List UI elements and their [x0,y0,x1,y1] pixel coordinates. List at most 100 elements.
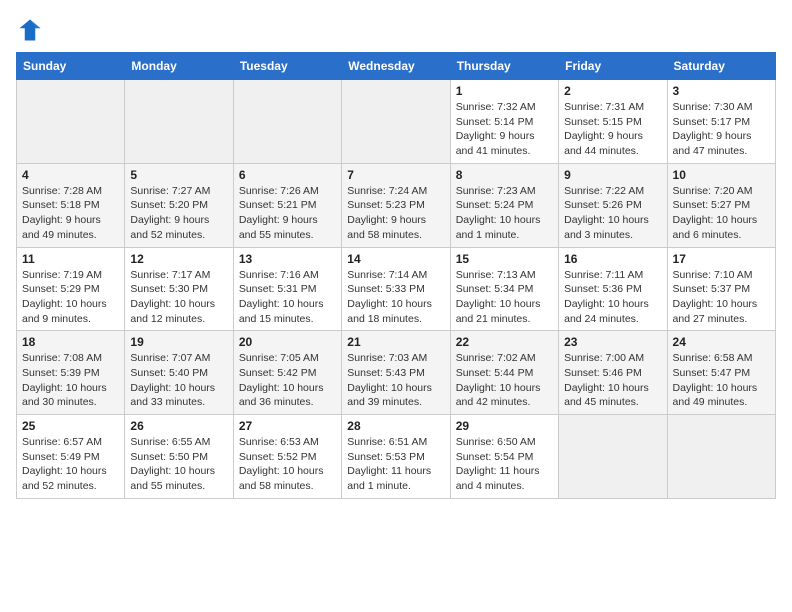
day-number: 3 [673,84,770,98]
calendar-cell [559,415,667,499]
calendar-cell [125,80,233,164]
page-header [16,16,776,44]
column-header-sunday: Sunday [17,53,125,80]
calendar-cell: 19Sunrise: 7:07 AM Sunset: 5:40 PM Dayli… [125,331,233,415]
calendar-cell: 22 Sunrise: 7:02 AM Sunset: 5:44 PM Dayli… [450,331,558,415]
day-number: 10 [673,168,770,182]
day-number: 4 [22,168,119,182]
calendar-cell: 26 Sunrise: 6:55 AM Sunset: 5:50 PM Dayli… [125,415,233,499]
day-info: Sunrise: 7:32 AM Sunset: 5:14 PM Dayligh… [456,100,553,159]
day-number: 21 [347,335,444,349]
calendar-table: SundayMondayTuesdayWednesdayThursdayFrid… [16,52,776,499]
day-number: 14 [347,252,444,266]
column-header-saturday: Saturday [667,53,775,80]
day-info: Sunrise: 7:28 AM Sunset: 5:18 PM Dayligh… [22,184,119,243]
day-info: Sunrise: 7:17 AM Sunset: 5:30 PM Dayligh… [130,268,227,327]
calendar-cell: 17 Sunrise: 7:10 AM Sunset: 5:37 PM Dayli… [667,247,775,331]
day-number: 5 [130,168,227,182]
logo-icon [16,16,44,44]
day-info: Sunrise: 7:16 AM Sunset: 5:31 PM Dayligh… [239,268,336,327]
calendar-cell: 18 Sunrise: 7:08 AM Sunset: 5:39 PM Dayli… [17,331,125,415]
calendar-cell: 23Sunrise: 7:00 AM Sunset: 5:46 PM Dayli… [559,331,667,415]
calendar-cell: 28 Sunrise: 6:51 AM Sunset: 5:53 PM Dayli… [342,415,450,499]
calendar-week-row: 11 Sunrise: 7:19 AM Sunset: 5:29 PM Dayli… [17,247,776,331]
calendar-cell: 6 Sunrise: 7:26 AM Sunset: 5:21 PM Daylig… [233,163,341,247]
calendar-week-row: 4 Sunrise: 7:28 AM Sunset: 5:18 PM Daylig… [17,163,776,247]
day-number: 28 [347,419,444,433]
day-number: 12 [130,252,227,266]
day-number: 26 [130,419,227,433]
column-header-thursday: Thursday [450,53,558,80]
calendar-cell: 11 Sunrise: 7:19 AM Sunset: 5:29 PM Dayli… [17,247,125,331]
calendar-cell: 21 Sunrise: 7:03 AM Sunset: 5:43 PM Dayli… [342,331,450,415]
day-info: Sunrise: 7:23 AM Sunset: 5:24 PM Dayligh… [456,184,553,243]
calendar-cell: 15 Sunrise: 7:13 AM Sunset: 5:34 PM Dayli… [450,247,558,331]
day-info: Sunrise: 7:02 AM Sunset: 5:44 PM Dayligh… [456,351,553,410]
calendar-cell: 8Sunrise: 7:23 AM Sunset: 5:24 PM Daylig… [450,163,558,247]
calendar-cell: 27 Sunrise: 6:53 AM Sunset: 5:52 PM Dayli… [233,415,341,499]
column-header-friday: Friday [559,53,667,80]
day-info: Sunrise: 7:13 AM Sunset: 5:34 PM Dayligh… [456,268,553,327]
calendar-cell: 13 Sunrise: 7:16 AM Sunset: 5:31 PM Dayli… [233,247,341,331]
calendar-cell: 25Sunrise: 6:57 AM Sunset: 5:49 PM Dayli… [17,415,125,499]
calendar-cell: 4 Sunrise: 7:28 AM Sunset: 5:18 PM Daylig… [17,163,125,247]
day-number: 22 [456,335,553,349]
day-number: 19 [130,335,227,349]
calendar-cell [233,80,341,164]
calendar-week-row: 25Sunrise: 6:57 AM Sunset: 5:49 PM Dayli… [17,415,776,499]
day-number: 20 [239,335,336,349]
day-info: Sunrise: 7:31 AM Sunset: 5:15 PM Dayligh… [564,100,661,159]
day-number: 16 [564,252,661,266]
day-info: Sunrise: 7:19 AM Sunset: 5:29 PM Dayligh… [22,268,119,327]
day-info: Sunrise: 6:51 AM Sunset: 5:53 PM Dayligh… [347,435,444,494]
calendar-cell: 20Sunrise: 7:05 AM Sunset: 5:42 PM Dayli… [233,331,341,415]
day-number: 17 [673,252,770,266]
day-info: Sunrise: 7:10 AM Sunset: 5:37 PM Dayligh… [673,268,770,327]
day-info: Sunrise: 6:53 AM Sunset: 5:52 PM Dayligh… [239,435,336,494]
day-number: 9 [564,168,661,182]
day-info: Sunrise: 7:24 AM Sunset: 5:23 PM Dayligh… [347,184,444,243]
day-info: Sunrise: 6:55 AM Sunset: 5:50 PM Dayligh… [130,435,227,494]
calendar-cell: 9 Sunrise: 7:22 AM Sunset: 5:26 PM Daylig… [559,163,667,247]
calendar-header-row: SundayMondayTuesdayWednesdayThursdayFrid… [17,53,776,80]
logo [16,16,48,44]
day-number: 1 [456,84,553,98]
calendar-week-row: 1 Sunrise: 7:32 AM Sunset: 5:14 PM Daylig… [17,80,776,164]
day-info: Sunrise: 7:22 AM Sunset: 5:26 PM Dayligh… [564,184,661,243]
day-number: 18 [22,335,119,349]
calendar-cell [667,415,775,499]
day-info: Sunrise: 7:26 AM Sunset: 5:21 PM Dayligh… [239,184,336,243]
column-header-tuesday: Tuesday [233,53,341,80]
calendar-cell: 16 Sunrise: 7:11 AM Sunset: 5:36 PM Dayli… [559,247,667,331]
day-number: 6 [239,168,336,182]
day-info: Sunrise: 7:27 AM Sunset: 5:20 PM Dayligh… [130,184,227,243]
day-info: Sunrise: 7:03 AM Sunset: 5:43 PM Dayligh… [347,351,444,410]
day-info: Sunrise: 7:08 AM Sunset: 5:39 PM Dayligh… [22,351,119,410]
calendar-cell: 24 Sunrise: 6:58 AM Sunset: 5:47 PM Dayli… [667,331,775,415]
calendar-cell: 3 Sunrise: 7:30 AM Sunset: 5:17 PM Daylig… [667,80,775,164]
day-info: Sunrise: 7:20 AM Sunset: 5:27 PM Dayligh… [673,184,770,243]
day-info: Sunrise: 7:11 AM Sunset: 5:36 PM Dayligh… [564,268,661,327]
day-number: 24 [673,335,770,349]
day-info: Sunrise: 7:14 AM Sunset: 5:33 PM Dayligh… [347,268,444,327]
day-number: 11 [22,252,119,266]
calendar-week-row: 18 Sunrise: 7:08 AM Sunset: 5:39 PM Dayli… [17,331,776,415]
day-number: 13 [239,252,336,266]
calendar-cell: 12 Sunrise: 7:17 AM Sunset: 5:30 PM Dayli… [125,247,233,331]
calendar-cell: 14 Sunrise: 7:14 AM Sunset: 5:33 PM Dayli… [342,247,450,331]
day-info: Sunrise: 6:57 AM Sunset: 5:49 PM Dayligh… [22,435,119,494]
day-number: 15 [456,252,553,266]
day-number: 27 [239,419,336,433]
calendar-cell: 7 Sunrise: 7:24 AM Sunset: 5:23 PM Daylig… [342,163,450,247]
calendar-cell: 10 Sunrise: 7:20 AM Sunset: 5:27 PM Dayli… [667,163,775,247]
column-header-wednesday: Wednesday [342,53,450,80]
day-info: Sunrise: 7:30 AM Sunset: 5:17 PM Dayligh… [673,100,770,159]
column-header-monday: Monday [125,53,233,80]
day-info: Sunrise: 6:50 AM Sunset: 5:54 PM Dayligh… [456,435,553,494]
day-number: 2 [564,84,661,98]
calendar-cell: 2 Sunrise: 7:31 AM Sunset: 5:15 PM Daylig… [559,80,667,164]
calendar-cell: 29Sunrise: 6:50 AM Sunset: 5:54 PM Dayli… [450,415,558,499]
day-number: 7 [347,168,444,182]
calendar-cell: 1 Sunrise: 7:32 AM Sunset: 5:14 PM Daylig… [450,80,558,164]
day-info: Sunrise: 6:58 AM Sunset: 5:47 PM Dayligh… [673,351,770,410]
